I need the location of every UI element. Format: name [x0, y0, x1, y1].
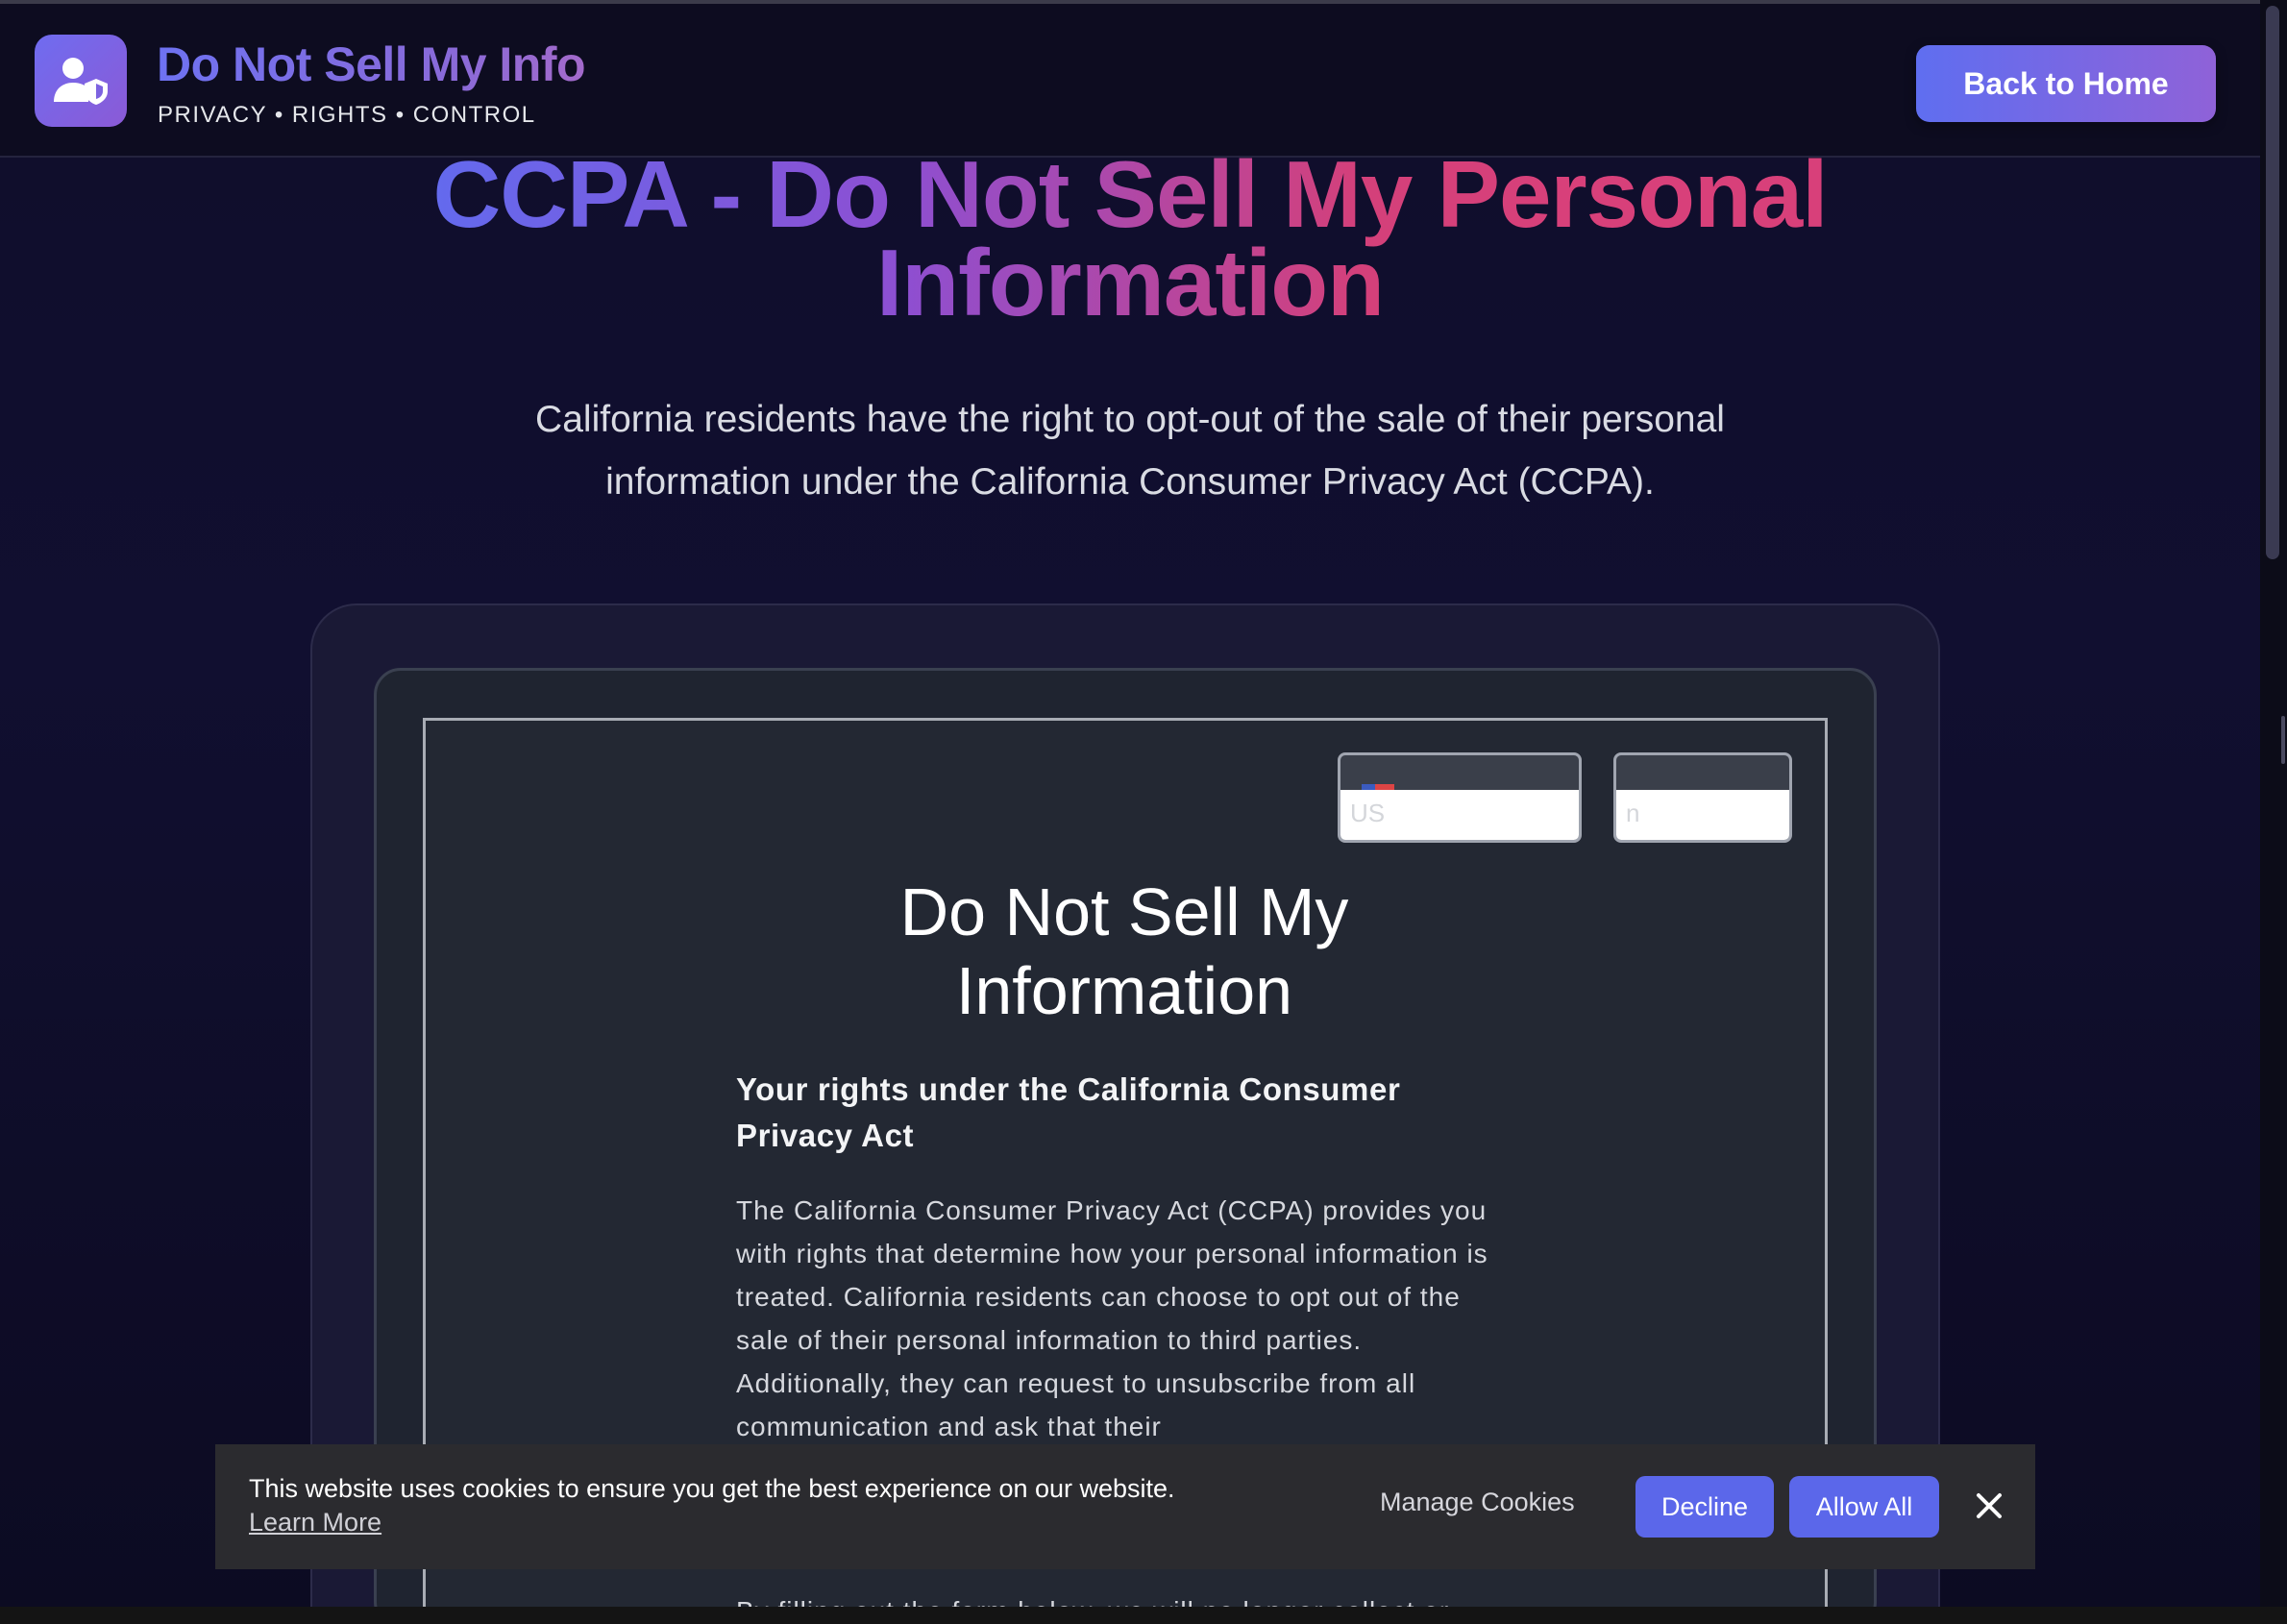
page-title: CCPA - Do Not Sell My Personal Informati…	[361, 147, 1899, 330]
close-icon[interactable]	[1970, 1487, 2008, 1525]
user-shield-icon[interactable]	[35, 35, 127, 127]
manage-cookies-button[interactable]: Manage Cookies	[1380, 1488, 1575, 1517]
cookie-message: This website uses cookies to ensure you …	[249, 1474, 1175, 1503]
window-bottom-bar	[0, 1607, 2287, 1624]
learn-more-link[interactable]: Learn More	[249, 1508, 381, 1538]
country-select[interactable]: US	[1338, 752, 1582, 843]
decline-cookies-button[interactable]: Decline	[1635, 1476, 1774, 1538]
language-select-value: n	[1616, 790, 1789, 840]
brand-tagline: PRIVACY • RIGHTS • CONTROL	[158, 102, 536, 128]
scrollbar-thumb[interactable]	[2266, 6, 2279, 559]
brand-title[interactable]: Do Not Sell My Info	[157, 37, 586, 92]
language-select[interactable]: n	[1613, 752, 1792, 843]
page-scrollbar[interactable]	[2260, 0, 2287, 1607]
cookie-banner: This website uses cookies to ensure you …	[215, 1444, 2035, 1569]
back-to-home-button[interactable]: Back to Home	[1916, 45, 2216, 122]
resize-handle[interactable]	[2281, 716, 2285, 764]
allow-all-cookies-button[interactable]: Allow All	[1789, 1476, 1939, 1538]
rights-heading: Your rights under the California Consume…	[736, 1071, 1401, 1153]
rights-body-text: The California Consumer Privacy Act (CCP…	[736, 1195, 1488, 1441]
form-instructions-text: By filling out the form below, we will n…	[736, 1589, 1505, 1607]
page-subtitle: California residents have the right to o…	[535, 399, 1725, 503]
site-header: Do Not Sell My Info PRIVACY • RIGHTS • C…	[0, 4, 2260, 158]
page-viewport: Do Not Sell My Info PRIVACY • RIGHTS • C…	[0, 0, 2260, 1607]
country-select-value: US	[1340, 790, 1579, 840]
form-title: Do Not Sell My Information	[899, 874, 1349, 1028]
